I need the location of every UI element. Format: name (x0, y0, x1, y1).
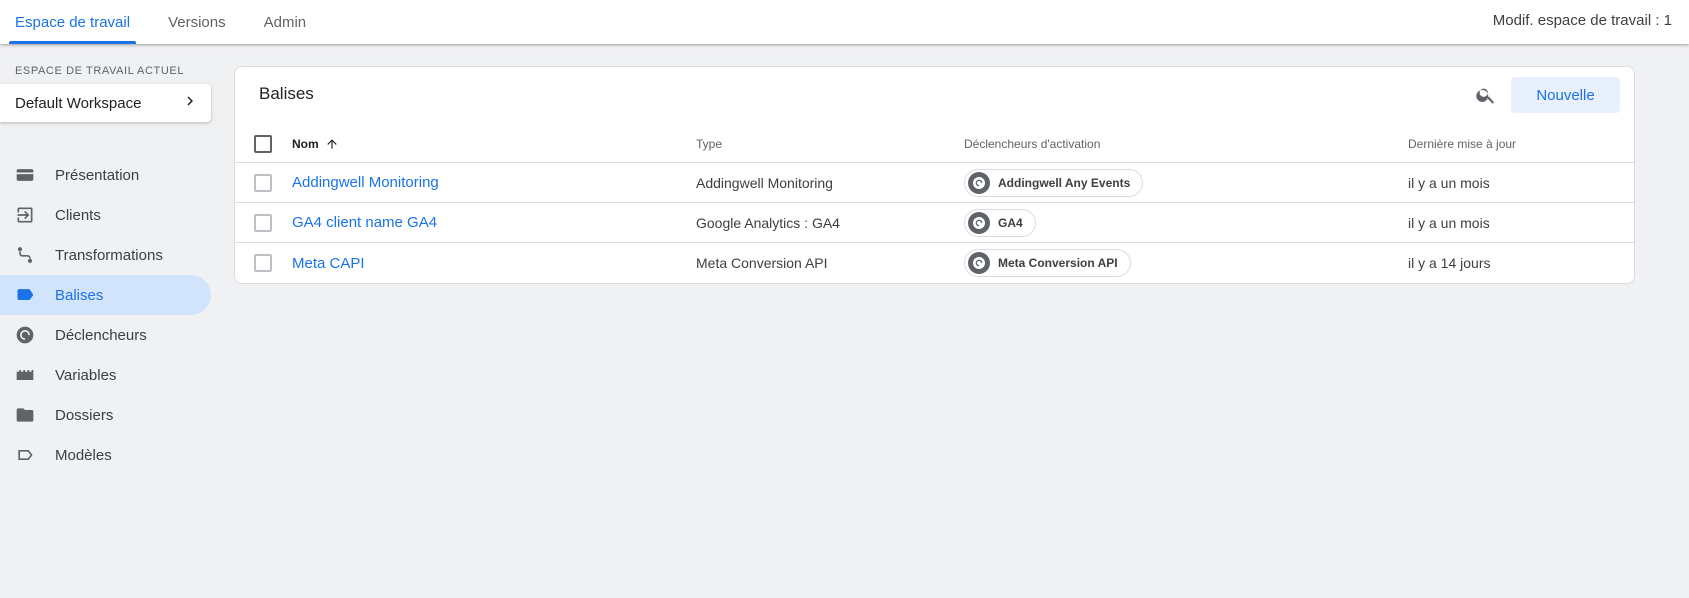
search-icon (1476, 88, 1495, 104)
sidebar-item-transformations[interactable]: Transformations (0, 235, 211, 275)
row-checkbox[interactable] (254, 213, 272, 232)
column-name-header[interactable]: Nom (292, 125, 339, 162)
trigger-icon (15, 325, 35, 345)
tag-type: Meta Conversion API (696, 255, 828, 271)
tab-admin[interactable]: Admin (249, 0, 322, 44)
clients-icon (15, 205, 35, 225)
trigger-chip-label: Addingwell Any Events (998, 175, 1131, 190)
sidebar-item-declencheurs[interactable]: Déclencheurs (0, 315, 211, 355)
tag-name-link[interactable]: Meta CAPI (292, 255, 365, 272)
new-tag-button[interactable]: Nouvelle (1511, 77, 1620, 113)
main-tabs: Espace de travail Versions Admin (0, 0, 329, 44)
sort-ascending-icon (327, 138, 337, 149)
column-name-label: Nom (292, 136, 319, 151)
last-updated: il y a 14 jours (1408, 255, 1491, 271)
workspace-name: Default Workspace (15, 94, 142, 112)
sidebar-item-label: Balises (55, 286, 104, 304)
template-icon (15, 445, 35, 465)
trigger-chip[interactable]: Meta Conversion API (964, 249, 1131, 277)
sidebar-item-label: Modèles (55, 446, 112, 464)
sidebar-item-label: Variables (55, 366, 117, 384)
table-row: Meta CAPI Meta Conversion API Meta Conve… (235, 243, 1634, 283)
last-updated: il y a un mois (1408, 174, 1490, 191)
row-checkbox[interactable] (254, 173, 272, 192)
last-updated: il y a un mois (1408, 214, 1490, 231)
table-row: Addingwell Monitoring Addingwell Monitor… (235, 163, 1634, 203)
trigger-icon (968, 211, 990, 234)
row-checkbox[interactable] (254, 254, 272, 272)
tag-icon (15, 285, 35, 305)
trigger-icon (968, 252, 990, 274)
trigger-chip[interactable]: GA4 (964, 208, 1036, 237)
column-updated-header: Dernière mise à jour (1408, 136, 1517, 151)
sidebar-item-variables[interactable]: Variables (0, 355, 211, 395)
top-bar: Espace de travail Versions Admin Modif. … (0, 0, 1689, 44)
select-all-checkbox[interactable] (254, 134, 272, 153)
sidebar-item-clients[interactable]: Clients (0, 195, 211, 235)
chevron-right-icon (181, 92, 199, 115)
table-header: Nom Type Déclencheurs d'activation Derni… (235, 125, 1634, 163)
tag-type: Google Analytics : GA4 (696, 214, 840, 231)
sidebar-item-label: Dossiers (55, 406, 114, 424)
tags-card: Balises Nouvelle Nom Type Déclencheurs d… (234, 66, 1635, 284)
sidebar-item-label: Déclencheurs (55, 326, 147, 344)
workspace-caption: ESPACE DE TRAVAIL ACTUEL (15, 65, 185, 77)
sidebar-nav: Présentation Clients Transformations Bal… (0, 155, 211, 475)
variables-icon (15, 365, 35, 385)
search-button[interactable] (1470, 79, 1502, 111)
trigger-icon (968, 171, 990, 194)
workspace-changes-count: Modif. espace de travail : 1 (1492, 11, 1672, 29)
sidebar-item-label: Clients (55, 206, 101, 224)
tab-workspace[interactable]: Espace de travail (0, 0, 145, 44)
transformations-icon (15, 245, 35, 265)
sidebar-item-modeles[interactable]: Modèles (0, 435, 211, 475)
tag-name-link[interactable]: Addingwell Monitoring (292, 174, 439, 191)
tag-name-link[interactable]: GA4 client name GA4 (292, 214, 437, 231)
workspace-selector[interactable]: Default Workspace (0, 84, 211, 122)
sidebar-item-label: Présentation (55, 166, 140, 184)
overview-icon (15, 165, 35, 185)
folder-icon (15, 405, 35, 425)
sidebar-item-dossiers[interactable]: Dossiers (0, 395, 211, 435)
sidebar-item-balises[interactable]: Balises (0, 275, 211, 315)
column-type-header: Type (696, 136, 723, 151)
tag-type: Addingwell Monitoring (696, 174, 833, 191)
page-title: Balises (259, 84, 314, 103)
table-row: GA4 client name GA4 Google Analytics : G… (235, 203, 1634, 243)
column-triggers-header: Déclencheurs d'activation (964, 136, 1101, 151)
sidebar-item-presentation[interactable]: Présentation (0, 155, 211, 195)
trigger-chip-label: GA4 (998, 215, 1023, 230)
trigger-chip-label: Meta Conversion API (998, 256, 1118, 270)
tab-versions[interactable]: Versions (153, 0, 241, 44)
sidebar-item-label: Transformations (55, 246, 163, 264)
trigger-chip[interactable]: Addingwell Any Events (964, 168, 1144, 197)
